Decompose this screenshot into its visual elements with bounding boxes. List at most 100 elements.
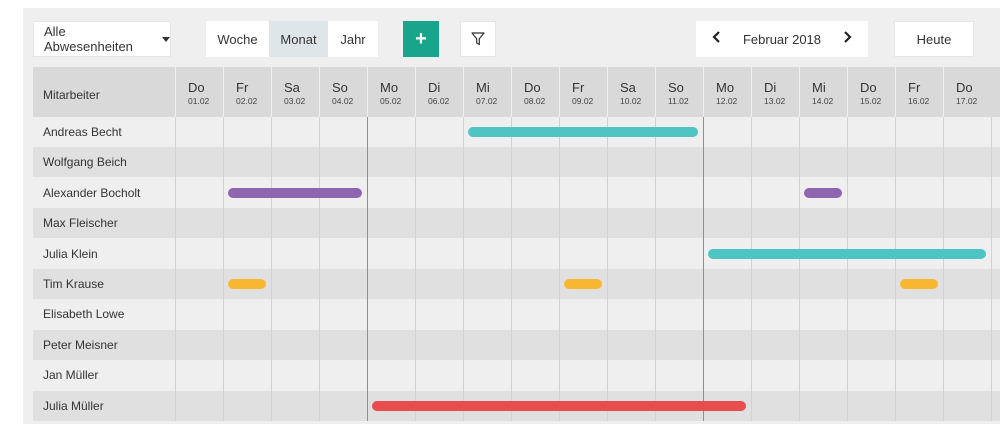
- day-date: 09.02: [572, 96, 594, 106]
- day-header-15.02: Do 15.02: [847, 67, 895, 117]
- day-date: 13.02: [764, 96, 786, 106]
- day-separator: [511, 117, 512, 421]
- day-date: 17.02: [956, 96, 978, 106]
- day-date: 12.02: [716, 96, 738, 106]
- employee-row[interactable]: Elisabeth Lowe: [33, 299, 1000, 330]
- employee-name: Tim Krause: [43, 277, 104, 291]
- absence-bar[interactable]: [564, 279, 602, 289]
- day-date: 07.02: [476, 96, 498, 106]
- day-date: 04.02: [332, 96, 354, 106]
- next-month-icon[interactable]: [842, 30, 852, 48]
- day-separator: [799, 117, 800, 421]
- employee-name: Alexander Bocholt: [43, 185, 141, 200]
- view-year-button[interactable]: Jahr: [328, 21, 378, 57]
- employee-name: Elisabeth Lowe: [43, 307, 125, 322]
- day-name: Sa: [284, 80, 300, 95]
- day-date: 06.02: [428, 96, 450, 106]
- absence-calendar-app: Alle Abwesenheiten Woche Monat Jahr + Fe…: [23, 8, 1000, 424]
- today-button[interactable]: Heute: [894, 21, 974, 57]
- week-separator: [367, 117, 368, 421]
- employee-row[interactable]: Alexander Bocholt: [33, 177, 1000, 208]
- day-name: Di: [428, 80, 441, 95]
- absence-bar[interactable]: [708, 248, 986, 259]
- employee-name: Julia Müller: [43, 398, 104, 413]
- employee-name: Andreas Becht: [43, 125, 122, 139]
- grid-header: Mitarbeiter Do 01.02 Fr 02.02 Sa 03.02 So 04.02…: [33, 67, 1000, 117]
- day-date: 10.02: [620, 96, 642, 106]
- day-name: So: [668, 80, 684, 95]
- day-name: Do: [956, 80, 973, 95]
- employee-name: Julia Klein: [43, 246, 98, 261]
- filter-button[interactable]: [460, 21, 496, 57]
- employee-name: Wolfgang Beich: [43, 155, 127, 170]
- day-separator: [415, 117, 416, 421]
- day-date: 16.02: [908, 96, 930, 106]
- employee-column-header: Mitarbeiter: [43, 88, 100, 102]
- day-date: 11.02: [668, 96, 689, 106]
- view-week-button[interactable]: Woche: [206, 21, 269, 57]
- caret-down-icon: [162, 36, 170, 42]
- absence-type-label: Alle Abwesenheiten: [44, 24, 133, 54]
- day-header-13.02: Di 13.02: [751, 67, 799, 117]
- day-date: 02.02: [236, 96, 258, 106]
- view-switcher: Woche Monat Jahr: [206, 21, 378, 57]
- day-header-11.02: So 11.02: [655, 67, 703, 117]
- absence-bar[interactable]: [228, 187, 362, 198]
- day-name: Fr: [572, 80, 585, 95]
- day-separator: [175, 117, 176, 421]
- day-header-04.02: So 04.02: [319, 67, 367, 117]
- add-absence-button[interactable]: +: [403, 21, 439, 57]
- day-name: Fr: [908, 80, 921, 95]
- absence-bar[interactable]: [228, 279, 266, 289]
- day-separator: [655, 117, 656, 421]
- day-separator: [319, 117, 320, 421]
- day-date: 14.02: [812, 96, 834, 106]
- employee-row[interactable]: Tim Krause: [33, 269, 1000, 299]
- day-separator: [751, 117, 752, 421]
- day-name: Do: [188, 80, 205, 95]
- employee-row[interactable]: Peter Meisner: [33, 329, 1000, 360]
- day-header-14.02: Mi 14.02: [799, 67, 847, 117]
- day-date: 01.02: [188, 96, 210, 106]
- day-header-08.02: Do 08.02: [511, 67, 559, 117]
- day-header-01.02: Do 01.02: [175, 67, 223, 117]
- day-separator: [223, 117, 224, 421]
- day-separator: [991, 117, 992, 421]
- day-name: Do: [860, 80, 877, 95]
- absence-bar[interactable]: [900, 279, 938, 289]
- employee-row[interactable]: Jan Müller: [33, 360, 1000, 391]
- employee-name: Peter Meisner: [43, 337, 118, 352]
- absence-bar[interactable]: [804, 187, 842, 198]
- absence-bar[interactable]: [468, 127, 698, 137]
- day-date: 03.02: [284, 96, 306, 106]
- day-name: Fr: [236, 80, 249, 95]
- employee-row[interactable]: Max Fleischer: [33, 208, 1000, 239]
- day-name: Mo: [716, 80, 735, 95]
- day-header-06.02: Di 06.02: [415, 67, 463, 117]
- week-separator: [703, 117, 704, 421]
- absence-bar[interactable]: [372, 400, 746, 411]
- day-name: Sa: [620, 80, 636, 95]
- day-date: 15.02: [860, 96, 882, 106]
- day-name: So: [332, 80, 348, 95]
- view-month-button[interactable]: Monat: [269, 21, 328, 57]
- absence-type-dropdown[interactable]: Alle Abwesenheiten: [33, 21, 171, 57]
- day-separator: [607, 117, 608, 421]
- day-header-02.02: Fr 02.02: [223, 67, 271, 117]
- day-name: Do: [524, 80, 541, 95]
- day-header-03.02: Sa 03.02: [271, 67, 319, 117]
- day-separator: [847, 117, 848, 421]
- month-navigation: Februar 2018: [696, 21, 868, 57]
- employee-name: Max Fleischer: [43, 216, 118, 231]
- employee-row[interactable]: Wolfgang Beich: [33, 147, 1000, 178]
- day-header-16.02: Fr 16.02: [895, 67, 943, 117]
- current-month-label: Februar 2018: [742, 31, 822, 47]
- day-date: 08.02: [524, 96, 546, 106]
- day-name: Mo: [380, 80, 399, 95]
- day-separator: [943, 117, 944, 421]
- day-header-17.02: Do 17.02: [943, 67, 991, 117]
- day-header-10.02: Sa 10.02: [607, 67, 655, 117]
- day-separator: [463, 117, 464, 421]
- filter-icon: [471, 32, 485, 46]
- prev-month-icon[interactable]: [712, 30, 722, 48]
